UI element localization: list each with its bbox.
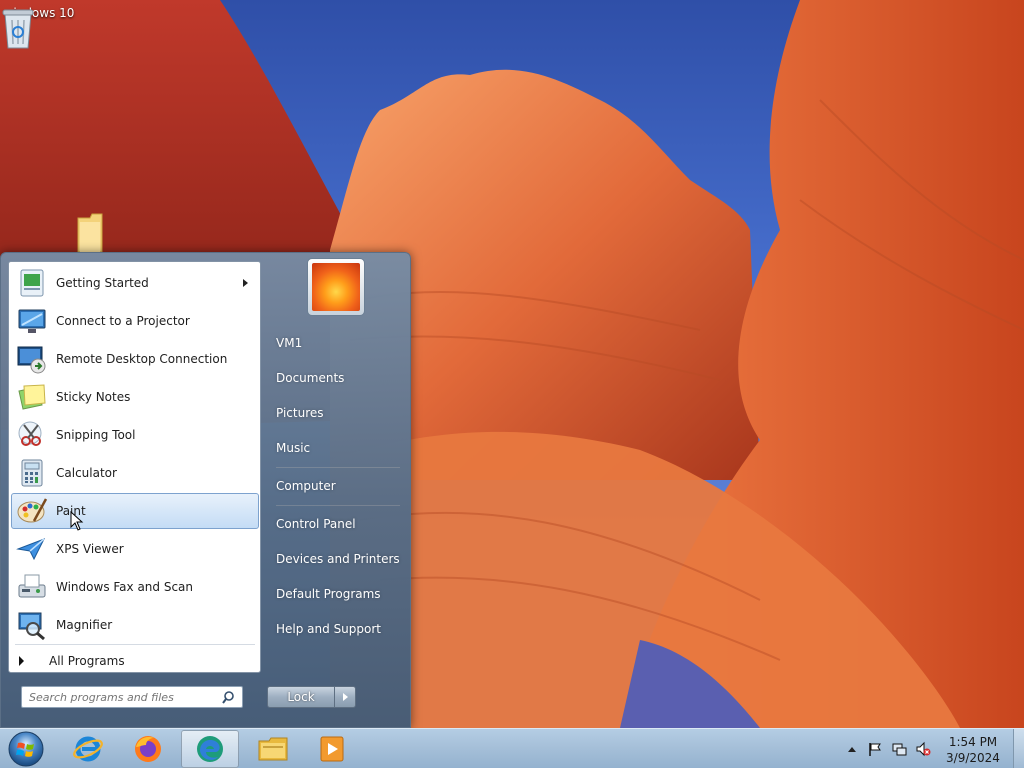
start-link-pictures[interactable]: Pictures [268, 398, 406, 428]
all-programs-arrow-icon [19, 656, 24, 666]
mouse-cursor-icon [70, 511, 84, 531]
program-fax-scan[interactable]: Windows Fax and Scan [11, 569, 259, 605]
start-link-label: Documents [276, 371, 345, 385]
user-picture[interactable] [307, 258, 365, 316]
windows-logo-icon [8, 731, 44, 767]
start-link-label: Devices and Printers [276, 552, 400, 566]
all-programs-label: All Programs [49, 654, 125, 668]
network-icon[interactable] [891, 741, 907, 757]
clock-time: 1:54 PM [948, 735, 998, 749]
clock-date: 3/9/2024 [946, 751, 1000, 765]
edge-icon [197, 736, 223, 762]
start-button[interactable] [6, 730, 46, 768]
folder-icon [77, 213, 103, 252]
taskbar-edge[interactable] [181, 730, 239, 768]
separator [15, 644, 255, 645]
media-player-icon [320, 736, 344, 762]
show-desktop-button[interactable] [1013, 729, 1024, 768]
recycle-bin-icon [2, 9, 34, 49]
fax-scan-icon [18, 574, 46, 598]
taskbar-internet-explorer[interactable] [59, 730, 117, 768]
taskbar-firefox[interactable] [119, 730, 177, 768]
program-label: Snipping Tool [56, 428, 136, 442]
chevron-right-icon [342, 693, 348, 701]
start-link-music[interactable]: Music [268, 433, 406, 463]
xps-viewer-icon [16, 538, 46, 561]
program-calculator[interactable]: Calculator [11, 455, 259, 491]
search-input[interactable] [21, 686, 243, 708]
projector-icon [18, 309, 46, 333]
start-link-label: Help and Support [276, 622, 381, 636]
start-link-label: Computer [276, 479, 336, 493]
program-snipping-tool[interactable]: Snipping Tool [11, 417, 259, 453]
start-link-devices-printers[interactable]: Devices and Printers [268, 544, 406, 574]
program-label: Windows Fax and Scan [56, 580, 194, 594]
taskbar-media-player[interactable] [303, 730, 361, 768]
start-link-computer[interactable]: Computer [268, 471, 406, 501]
start-link-default-programs[interactable]: Default Programs [268, 579, 406, 609]
sticky-notes-icon [18, 384, 46, 410]
taskbar-file-explorer[interactable] [244, 730, 302, 768]
separator [276, 505, 400, 506]
show-hidden-icons-arrow[interactable] [844, 741, 860, 757]
start-link-label: Default Programs [276, 587, 381, 601]
folder-icon [258, 737, 288, 761]
program-getting-started[interactable]: Getting Started [11, 265, 259, 301]
start-link-documents[interactable]: Documents [268, 363, 406, 393]
program-label: XPS Viewer [56, 542, 124, 556]
program-paint[interactable]: Paint [11, 493, 259, 529]
shutdown-options-button[interactable] [335, 686, 356, 708]
program-label: Connect to a Projector [56, 314, 190, 328]
firefox-icon [135, 736, 161, 762]
snipping-tool-icon [18, 421, 42, 446]
start-link-user[interactable]: VM1 [268, 328, 406, 358]
getting-started-icon [20, 269, 44, 297]
program-xps-viewer[interactable]: XPS Viewer [11, 531, 259, 567]
submenu-arrow-icon[interactable] [243, 279, 248, 287]
program-magnifier[interactable]: Magnifier [11, 607, 259, 643]
program-connect-projector[interactable]: Connect to a Projector [11, 303, 259, 339]
magnifier-icon [18, 612, 45, 641]
program-label: Remote Desktop Connection [56, 352, 228, 366]
taskbar: 1:54 PM 3/9/2024 [0, 728, 1024, 768]
remote-desktop-icon [17, 346, 46, 374]
clock[interactable]: 1:54 PM 3/9/2024 [937, 734, 1009, 766]
separator [276, 467, 400, 468]
program-label: Getting Started [56, 276, 149, 290]
lock-label: Lock [287, 690, 315, 704]
all-programs-button[interactable]: All Programs [11, 650, 259, 672]
program-label: Calculator [56, 466, 117, 480]
volume-muted-icon[interactable] [915, 741, 931, 757]
start-link-control-panel[interactable]: Control Panel [268, 509, 406, 539]
calculator-icon [21, 459, 43, 487]
desktop-icon-recycle-bin[interactable]: windows 10 [1, 6, 77, 49]
desktop-icon-folder[interactable] [72, 212, 148, 252]
internet-explorer-icon [73, 736, 103, 762]
search-icon[interactable] [222, 690, 238, 706]
program-label: Magnifier [56, 618, 113, 632]
user-avatar-flower [312, 263, 360, 311]
program-label: Sticky Notes [56, 390, 131, 404]
program-remote-desktop[interactable]: Remote Desktop Connection [11, 341, 259, 377]
programs-pane: Getting Started Connect to a Projector R… [8, 261, 261, 673]
program-sticky-notes[interactable]: Sticky Notes [11, 379, 259, 415]
action-center-flag-icon[interactable] [867, 741, 883, 757]
start-link-label: Pictures [276, 406, 324, 420]
start-link-label: Control Panel [276, 517, 356, 531]
start-link-label: Music [276, 441, 311, 455]
start-link-label: VM1 [276, 336, 303, 350]
paint-icon [17, 498, 48, 523]
lock-button[interactable]: Lock [267, 686, 335, 708]
start-link-help-support[interactable]: Help and Support [268, 614, 406, 644]
